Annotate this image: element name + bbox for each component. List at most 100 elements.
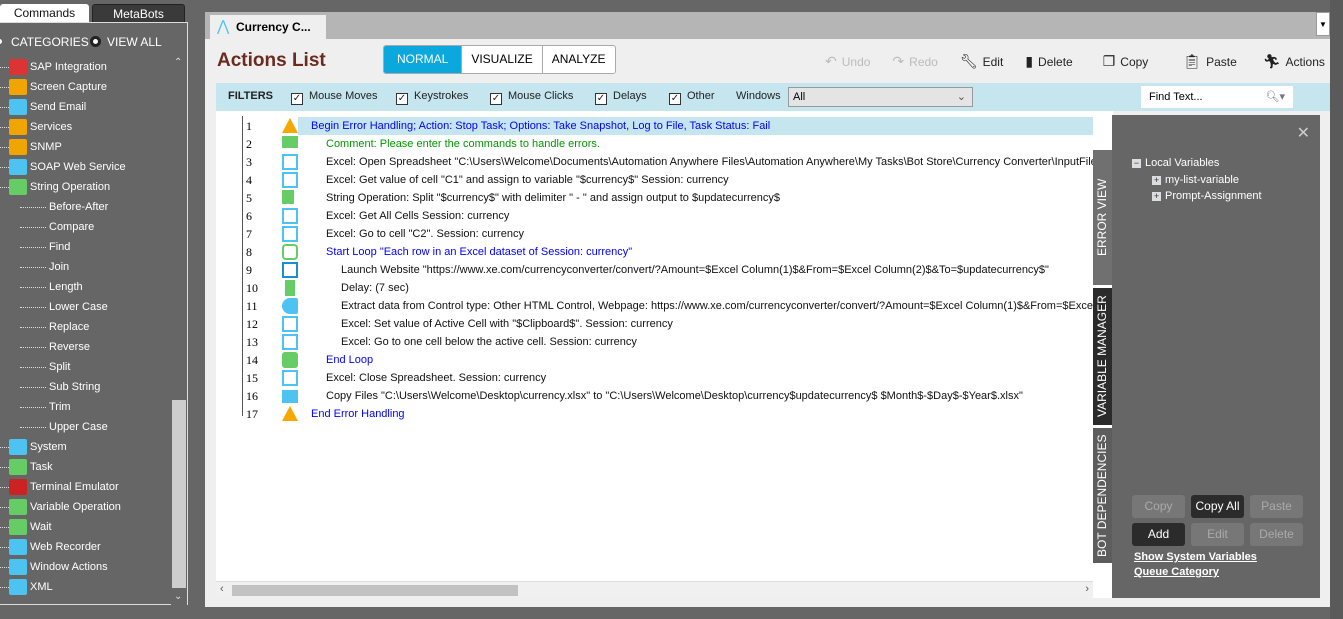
undo-button[interactable]: ↶ Undo <box>825 53 870 70</box>
action-row[interactable]: 7 Excel: Go to cell "C2". Session: curren… <box>216 225 1093 243</box>
var-copy-all-button[interactable]: Copy All <box>1191 495 1244 518</box>
expand-icon[interactable]: + <box>1152 192 1161 201</box>
action-row[interactable]: 17 End Error Handling <box>216 405 1093 423</box>
action-row[interactable]: 12 Excel: Set value of Active Cell with "… <box>216 315 1093 333</box>
windows-select[interactable]: All ⌄ <box>788 87 973 107</box>
command-replace[interactable]: Replace <box>0 317 171 337</box>
show-system-variables-link[interactable]: Show System Variables <box>1134 551 1257 563</box>
command-upper-case[interactable]: Upper Case <box>0 417 171 437</box>
horizontal-scrollbar[interactable]: ‹ › <box>216 581 1093 598</box>
action-row[interactable]: 15 Excel: Close Spreadsheet. Session: cur… <box>216 369 1093 387</box>
tab-currency-converter[interactable]: ⋀ Currency C... <box>210 15 326 39</box>
variable-item[interactable]: + my-list-variable <box>1152 174 1239 186</box>
local-variables-node[interactable]: − Local Variables <box>1132 157 1219 169</box>
command-split[interactable]: Split <box>0 357 171 377</box>
scroll-down-icon[interactable]: ⌄ <box>174 591 182 602</box>
command-send-email[interactable]: Send Email <box>0 97 171 117</box>
tab-variable-manager[interactable]: VARIABLE MANAGER <box>1093 288 1112 425</box>
command-before-after[interactable]: Before-After <box>0 197 171 217</box>
find-text-input[interactable]: Find Text... 🔍︎▾ <box>1141 86 1293 108</box>
command-trim[interactable]: Trim <box>0 397 171 417</box>
command-variable-operation[interactable]: Variable Operation <box>0 497 171 517</box>
command-join[interactable]: Join <box>0 257 171 277</box>
tab-dropdown-icon[interactable]: ▼ <box>1316 12 1330 36</box>
command-snmp[interactable]: SNMP <box>0 137 171 157</box>
command-xml[interactable]: XML <box>0 577 171 597</box>
collapse-icon[interactable]: − <box>1132 159 1141 168</box>
filter-label: Keystrokes <box>414 90 469 102</box>
mode-analyze[interactable]: ANALYZE <box>541 46 615 73</box>
command-reverse[interactable]: Reverse <box>0 337 171 357</box>
toolbar: ↶ Undo ↷ Redo 🔧︎ Edit ▮ Delete ❐ Copy 📋︎ Paste… <box>825 53 1343 70</box>
line-number: 13 <box>246 335 258 349</box>
command-string-operation[interactable]: String Operation <box>0 177 171 197</box>
var-edit-button[interactable]: Edit <box>1191 523 1244 546</box>
close-icon[interactable]: ✕ <box>1297 123 1310 143</box>
action-row[interactable]: 8 Start Loop "Each row in an Excel datase… <box>216 243 1093 261</box>
paste-button[interactable]: 📋︎ Paste <box>1183 53 1236 70</box>
var-paste-button[interactable]: Paste <box>1250 495 1303 518</box>
var-copy-button[interactable]: Copy <box>1132 495 1185 518</box>
variable-item[interactable]: + Prompt-Assignment <box>1152 190 1262 202</box>
action-row[interactable]: 9 Launch Website "https://www.xe.com/curr… <box>216 261 1093 279</box>
scroll-right-icon[interactable]: › <box>1085 583 1089 595</box>
action-text: Launch Website "https://www.xe.com/curre… <box>341 264 1049 276</box>
var-delete-button[interactable]: Delete <box>1250 523 1303 546</box>
filter-keystrokes[interactable]: ✓ Keystrokes <box>396 90 468 105</box>
action-row[interactable]: 3 Excel: Open Spreadsheet "C:\Users\Welco… <box>216 153 1093 171</box>
command-find[interactable]: Find <box>0 237 171 257</box>
filter-mouse-moves[interactable]: ✓ Mouse Moves <box>291 90 377 105</box>
actions-button[interactable]: 🏃︎ Actions <box>1263 53 1325 70</box>
command-web-recorder[interactable]: Web Recorder <box>0 537 171 557</box>
tab-bot-dependencies[interactable]: BOT DEPENDENCIES <box>1093 428 1112 563</box>
action-row[interactable]: 10 Delay: (7 sec) <box>216 279 1093 297</box>
var-add-button[interactable]: Add <box>1132 523 1185 546</box>
command-compare[interactable]: Compare <box>0 217 171 237</box>
command-soap-web-service[interactable]: SOAP Web Service <box>0 157 171 177</box>
mode-visualize[interactable]: VISUALIZE <box>461 46 542 73</box>
scroll-thumb[interactable] <box>172 400 186 588</box>
action-row[interactable]: 1 Begin Error Handling; Action: Stop Task… <box>216 117 1093 135</box>
command-sap-integration[interactable]: SAP Integration <box>0 57 171 77</box>
search-icon[interactable]: 🔍︎▾ <box>1266 86 1286 108</box>
command-lower-case[interactable]: Lower Case <box>0 297 171 317</box>
radio-view-all[interactable]: VIEW ALL <box>90 35 162 49</box>
command-sub-string[interactable]: Sub String <box>0 377 171 397</box>
tab-error-view[interactable]: ERROR VIEW <box>1093 150 1112 285</box>
command-screen-capture[interactable]: Screen Capture <box>0 77 171 97</box>
redo-button[interactable]: ↷ Redo <box>892 53 937 70</box>
command-task[interactable]: Task <box>0 457 171 477</box>
tab-metabots[interactable]: MetaBots <box>92 4 185 23</box>
line-number: 14 <box>246 353 258 367</box>
action-row[interactable]: 16 Copy Files "C:\Users\Welcome\Desktop\c… <box>216 387 1093 405</box>
command-system[interactable]: System <box>0 437 171 457</box>
command-length[interactable]: Length <box>0 277 171 297</box>
command-wait[interactable]: Wait <box>0 517 171 537</box>
command-label: SAP Integration <box>30 61 107 73</box>
filter-mouse-clicks[interactable]: ✓ Mouse Clicks <box>490 90 573 105</box>
command-services[interactable]: Services <box>0 117 171 137</box>
delete-button[interactable]: ▮ Delete <box>1025 53 1072 70</box>
action-row[interactable]: 5 String Operation: Split "$currency$" wi… <box>216 189 1093 207</box>
radio-categories[interactable]: CATEGORIES <box>0 35 89 49</box>
commands-scrollbar[interactable]: ⌃ ⌄ <box>171 57 187 605</box>
action-row[interactable]: 14 End Loop <box>216 351 1093 369</box>
scroll-thumb[interactable] <box>232 585 518 596</box>
command-window-actions[interactable]: Window Actions <box>0 557 171 577</box>
action-row[interactable]: 11 Extract data from Control type: Other … <box>216 297 1093 315</box>
action-row[interactable]: 6 Excel: Get All Cells Session: currency <box>216 207 1093 225</box>
action-row[interactable]: 2 Comment: Please enter the commands to h… <box>216 135 1093 153</box>
filter-other[interactable]: ✓ Other <box>669 90 715 105</box>
mode-normal[interactable]: NORMAL <box>384 46 462 73</box>
tab-commands[interactable]: Commands <box>0 4 89 23</box>
queue-category-link[interactable]: Queue Category <box>1134 566 1219 578</box>
scroll-up-icon[interactable]: ⌃ <box>174 57 182 68</box>
scroll-left-icon[interactable]: ‹ <box>220 583 224 595</box>
copy-button[interactable]: ❐ Copy <box>1103 53 1149 70</box>
action-row[interactable]: 13 Excel: Go to one cell below the active… <box>216 333 1093 351</box>
filter-delays[interactable]: ✓ Delays <box>595 90 647 105</box>
expand-icon[interactable]: + <box>1152 176 1161 185</box>
command-terminal-emulator[interactable]: Terminal Emulator <box>0 477 171 497</box>
edit-button[interactable]: 🔧︎ Edit <box>960 53 1003 70</box>
action-row[interactable]: 4 Excel: Get value of cell "C1" and assig… <box>216 171 1093 189</box>
